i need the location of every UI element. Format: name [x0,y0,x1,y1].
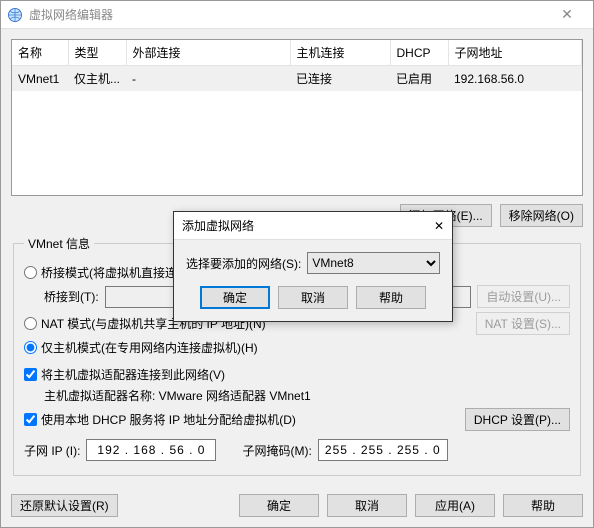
hostonly-mode-text: 仅主机模式(在专用网络内连接虚拟机)(H) [41,339,258,356]
auto-settings-button: 自动设置(U)... [477,285,570,308]
hostonly-mode-radio[interactable] [24,341,37,354]
dialog-help-button[interactable]: 帮助 [356,286,426,309]
connect-host-checkbox[interactable] [24,368,37,381]
app-icon [7,7,23,23]
dialog-titlebar: 添加虚拟网络 ✕ [174,212,452,240]
window-title: 虚拟网络编辑器 [29,6,547,23]
col-name[interactable]: 名称 [12,40,68,66]
bridge-to-label: 桥接到(T): [44,288,99,305]
subnet-mask-label: 子网掩码(M): [242,442,311,459]
nat-settings-button: NAT 设置(S)... [476,312,570,335]
subnet-mask-field[interactable] [318,439,448,461]
dialog-title: 添加虚拟网络 [182,217,434,234]
dialog-body: 选择要添加的网络(S): VMnet8 确定 取消 帮助 [174,240,452,321]
adapter-name-label: 主机虚拟适配器名称: VMware 网络适配器 VMnet1 [44,387,311,404]
col-dhcp[interactable]: DHCP [390,40,448,66]
dialog-ok-button[interactable]: 确定 [200,286,270,309]
dhcp-settings-button[interactable]: DHCP 设置(P)... [465,408,570,431]
vmnet-info-legend: VMnet 信息 [24,235,94,252]
virtual-network-editor-window: 虚拟网络编辑器 ✕ 名称 类型 外部连接 主机连接 DHCP 子网地址 [0,0,594,528]
table-header-row: 名称 类型 外部连接 主机连接 DHCP 子网地址 [12,40,582,66]
titlebar: 虚拟网络编辑器 ✕ [1,1,593,29]
cell-external: - [126,66,290,92]
dialog-select-label: 选择要添加的网络(S): [186,255,301,272]
bridge-mode-radio[interactable] [24,266,37,279]
connect-host-text: 将主机虚拟适配器连接到此网络(V) [41,366,225,383]
col-subnet[interactable]: 子网地址 [448,40,582,66]
cell-subnet: 192.168.56.0 [448,66,582,92]
subnet-ip-field[interactable] [86,439,216,461]
col-type[interactable]: 类型 [68,40,126,66]
dialog-cancel-button[interactable]: 取消 [278,286,348,309]
help-button[interactable]: 帮助 [503,494,583,517]
use-dhcp-text: 使用本地 DHCP 服务将 IP 地址分配给虚拟机(D) [41,411,296,428]
close-icon: ✕ [561,6,573,23]
subnet-ip-label: 子网 IP (I): [24,442,80,459]
network-table[interactable]: 名称 类型 外部连接 主机连接 DHCP 子网地址 VMnet1 仅主机... … [11,39,583,196]
cell-dhcp: 已启用 [390,66,448,92]
cancel-button[interactable]: 取消 [327,494,407,517]
table-row[interactable]: VMnet1 仅主机... - 已连接 已启用 192.168.56.0 [12,66,582,92]
col-external[interactable]: 外部连接 [126,40,290,66]
use-dhcp-checkbox[interactable] [24,413,37,426]
restore-defaults-button[interactable]: 还原默认设置(R) [11,494,118,517]
dialog-network-select[interactable]: VMnet8 [307,252,440,274]
remove-network-button[interactable]: 移除网络(O) [500,204,583,227]
cell-host: 已连接 [290,66,390,92]
apply-button[interactable]: 应用(A) [415,494,495,517]
use-dhcp-checkbox-label[interactable]: 使用本地 DHCP 服务将 IP 地址分配给虚拟机(D) [24,411,296,428]
nat-mode-radio[interactable] [24,317,37,330]
hostonly-mode-radio-label[interactable]: 仅主机模式(在专用网络内连接虚拟机)(H) [24,339,258,356]
bottom-bar: 还原默认设置(R) 确定 取消 应用(A) 帮助 [1,486,593,527]
window-close-button[interactable]: ✕ [547,1,587,28]
col-host[interactable]: 主机连接 [290,40,390,66]
close-icon: ✕ [434,219,444,233]
cell-name: VMnet1 [12,66,68,92]
connect-host-checkbox-label[interactable]: 将主机虚拟适配器连接到此网络(V) [24,366,225,383]
add-network-dialog: 添加虚拟网络 ✕ 选择要添加的网络(S): VMnet8 确定 取消 帮助 [173,211,453,322]
ok-button[interactable]: 确定 [239,494,319,517]
cell-type: 仅主机... [68,66,126,92]
dialog-close-button[interactable]: ✕ [434,219,444,233]
